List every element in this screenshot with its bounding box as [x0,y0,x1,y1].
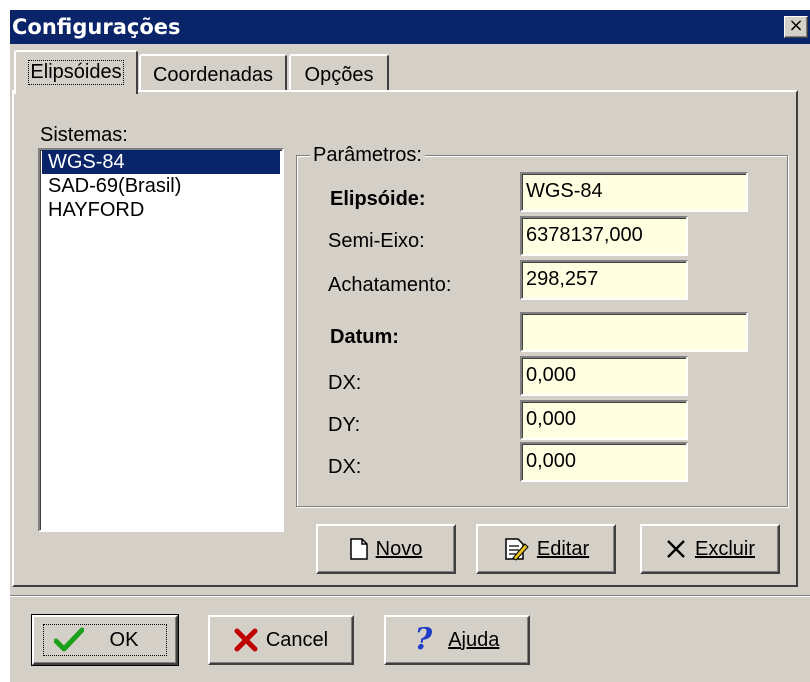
ajuda-button[interactable]: ? Ajuda [384,615,530,665]
achatamento-field[interactable]: 298,257 [520,260,688,300]
list-item[interactable]: HAYFORD [42,198,280,222]
x-icon [667,540,685,558]
list-item[interactable]: SAD-69(Brasil) [42,174,280,198]
close-button[interactable]: × [784,16,808,38]
sistemas-listbox[interactable]: WGS-84 SAD-69(Brasil) HAYFORD [38,148,284,532]
tab-label: Coordenadas [152,64,274,86]
dz-label: DX: [328,456,362,478]
novo-label: Novo [375,537,423,560]
close-icon: × [788,15,804,36]
achatamento-label: Achatamento: [328,274,452,296]
cancel-button[interactable]: Cancel [208,615,354,665]
tab-label: Elipsóides [28,60,124,85]
dx-label: DX: [328,372,362,394]
ok-button[interactable]: OK [31,614,179,666]
parametros-title: Parâmetros: [310,144,425,167]
ok-label: OK [109,628,139,651]
dx-field[interactable]: 0,000 [520,356,688,396]
cancel-label: Cancel [265,628,329,651]
elipsoide-label: Elipsóide: [330,188,426,210]
question-mark-icon: ? [414,622,433,657]
checkmark-icon [53,627,84,652]
sistemas-label: Sistemas: [40,124,128,146]
window-title: Configurações [12,15,181,39]
tab-opcoes[interactable]: Opções [289,54,389,94]
dz-field[interactable]: 0,000 [520,442,688,482]
footer-divider [10,595,810,597]
dialog-window: Configurações × Elipsóides Coordenadas O… [10,10,810,682]
semi-eixo-field[interactable]: 6378137,000 [520,216,688,256]
semi-eixo-label: Semi-Eixo: [328,230,425,252]
red-x-icon [234,628,258,652]
document-icon [349,538,368,560]
list-item[interactable]: WGS-84 [42,150,280,174]
edit-document-icon [505,538,529,561]
ok-focus: OK [42,624,168,656]
dy-field[interactable]: 0,000 [520,400,688,440]
datum-field[interactable] [520,312,748,352]
datum-label: Datum: [330,326,399,348]
tab-label: Opções [304,64,374,86]
excluir-button[interactable]: Excluir [640,524,780,574]
excluir-label: Excluir [694,537,755,560]
tab-coordenadas[interactable]: Coordenadas [139,54,287,94]
dy-label: DY: [328,414,361,436]
novo-button[interactable]: Novo [316,524,456,574]
ajuda-label: Ajuda [448,628,500,651]
elipsoide-field[interactable]: WGS-84 [520,172,748,212]
tab-elipsoides[interactable]: Elipsóides [14,50,138,94]
editar-label: Editar [536,537,590,560]
title-bar[interactable]: Configurações × [10,10,810,44]
editar-button[interactable]: Editar [476,524,616,574]
